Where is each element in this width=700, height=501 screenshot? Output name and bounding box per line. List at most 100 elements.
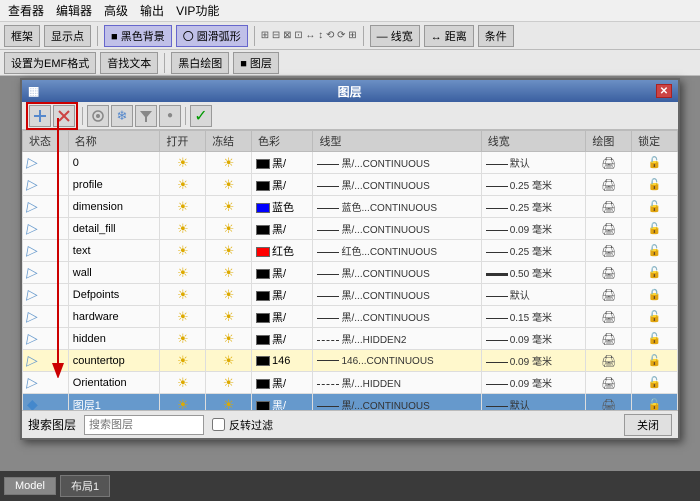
cell-print[interactable]: 🖨: [586, 218, 632, 240]
cell-linetype[interactable]: 黑/...CONTINUOUS: [313, 306, 481, 328]
cell-name[interactable]: dimension: [68, 196, 160, 218]
toolbar-findtext[interactable]: 音找文本: [100, 52, 158, 74]
menu-viewer[interactable]: 查看器: [8, 2, 44, 19]
cell-freeze[interactable]: ☀: [206, 372, 252, 394]
close-button[interactable]: 关闭: [624, 414, 672, 436]
cell-linewidth[interactable]: 默认: [481, 284, 586, 306]
toolbar-condition[interactable]: 条件: [478, 25, 514, 47]
cell-lock[interactable]: 🔓: [632, 372, 678, 394]
dialog-close-btn[interactable]: ✕: [656, 84, 672, 98]
cell-name[interactable]: 0: [68, 152, 160, 174]
cell-linewidth[interactable]: 默认: [481, 394, 586, 411]
cell-lock[interactable]: 🔓: [632, 262, 678, 284]
toolbar-distance[interactable]: ↔ 距离: [424, 25, 474, 47]
cell-open[interactable]: ☀: [160, 394, 206, 411]
toolbar-blackbg[interactable]: ■ 黑色背景: [104, 25, 172, 47]
cell-open[interactable]: ☀: [160, 174, 206, 196]
cell-color[interactable]: 黑/: [251, 262, 313, 284]
cell-linewidth[interactable]: 0.09 毫米: [481, 328, 586, 350]
cell-freeze[interactable]: ☀: [206, 306, 252, 328]
cell-linewidth[interactable]: 0.09 毫米: [481, 350, 586, 372]
cell-name[interactable]: profile: [68, 174, 160, 196]
cell-color[interactable]: 黑/: [251, 394, 313, 411]
cell-open[interactable]: ☀: [160, 152, 206, 174]
dot-btn[interactable]: ●: [159, 105, 181, 127]
cell-name[interactable]: 图层1: [68, 394, 160, 411]
cell-print[interactable]: 🖨: [586, 174, 632, 196]
menu-vip[interactable]: VIP功能: [176, 2, 219, 19]
search-input[interactable]: [84, 415, 204, 435]
cell-print[interactable]: 🖨: [586, 372, 632, 394]
cell-print[interactable]: 🖨: [586, 328, 632, 350]
filter-checkbox[interactable]: [212, 418, 225, 431]
cell-color[interactable]: 146: [251, 350, 313, 372]
cell-color[interactable]: 黑/: [251, 284, 313, 306]
cell-linetype[interactable]: 蓝色...CONTINUOUS: [313, 196, 481, 218]
cell-print[interactable]: 🖨: [586, 196, 632, 218]
table-row[interactable]: ▷ profile ☀ ☀ 黑/ 黑/...CONTINUOUS 0.25 毫米…: [23, 174, 678, 196]
cell-open[interactable]: ☀: [160, 284, 206, 306]
cell-freeze[interactable]: ☀: [206, 350, 252, 372]
cell-lock[interactable]: 🔒: [632, 284, 678, 306]
toolbar-bwdraw[interactable]: 黑白绘图: [171, 52, 229, 74]
cell-linetype[interactable]: 黑/...CONTINUOUS: [313, 174, 481, 196]
cell-color[interactable]: 黑/: [251, 306, 313, 328]
cell-freeze[interactable]: ☀: [206, 394, 252, 411]
cell-freeze[interactable]: ☀: [206, 152, 252, 174]
cell-name[interactable]: Defpoints: [68, 284, 160, 306]
menu-output[interactable]: 输出: [140, 2, 164, 19]
cell-open[interactable]: ☀: [160, 328, 206, 350]
cell-linetype[interactable]: 黑/...CONTINUOUS: [313, 152, 481, 174]
cell-linewidth[interactable]: 0.25 毫米: [481, 196, 586, 218]
cell-freeze[interactable]: ☀: [206, 328, 252, 350]
cell-color[interactable]: 黑/: [251, 152, 313, 174]
table-row[interactable]: ▷ 0 ☀ ☀ 黑/ 黑/...CONTINUOUS 默认 🖨 🔓: [23, 152, 678, 174]
cell-freeze[interactable]: ☀: [206, 218, 252, 240]
cell-linetype[interactable]: 146...CONTINUOUS: [313, 350, 481, 372]
table-row[interactable]: ▷ hardware ☀ ☀ 黑/ 黑/...CONTINUOUS 0.15 毫…: [23, 306, 678, 328]
cell-print[interactable]: 🖨: [586, 152, 632, 174]
table-row[interactable]: ▷ hidden ☀ ☀ 黑/ 黑/...HIDDEN2 0.09 毫米 🖨 🔓: [23, 328, 678, 350]
cell-linewidth[interactable]: 默认: [481, 152, 586, 174]
table-row[interactable]: ▷ text ☀ ☀ 红色 红色...CONTINUOUS 0.25 毫米 🖨 …: [23, 240, 678, 262]
cell-linewidth[interactable]: 0.25 毫米: [481, 174, 586, 196]
cell-print[interactable]: 🖨: [586, 306, 632, 328]
cell-name[interactable]: countertop: [68, 350, 160, 372]
cell-print[interactable]: 🖨: [586, 394, 632, 411]
cell-lock[interactable]: 🔓: [632, 306, 678, 328]
cell-linetype[interactable]: 红色...CONTINUOUS: [313, 240, 481, 262]
cell-color[interactable]: 黑/: [251, 328, 313, 350]
cell-freeze[interactable]: ☀: [206, 196, 252, 218]
filter-btn[interactable]: [135, 105, 157, 127]
cell-linetype[interactable]: 黑/...CONTINUOUS: [313, 284, 481, 306]
cell-lock[interactable]: 🔓: [632, 350, 678, 372]
menu-advanced[interactable]: 高级: [104, 2, 128, 19]
cell-open[interactable]: ☀: [160, 240, 206, 262]
toolbar-smooth[interactable]: 〇 圆滑弧形: [176, 25, 248, 47]
cell-open[interactable]: ☀: [160, 306, 206, 328]
set-current-btn[interactable]: [87, 105, 109, 127]
cell-color[interactable]: 黑/: [251, 218, 313, 240]
tab-layout1[interactable]: 布局1: [60, 475, 110, 497]
toolbar-framework[interactable]: 框架: [4, 25, 40, 47]
cell-linewidth[interactable]: 0.09 毫米: [481, 372, 586, 394]
delete-layer-btn[interactable]: [53, 105, 75, 127]
table-row[interactable]: ▷ wall ☀ ☀ 黑/ 黑/...CONTINUOUS 0.50 毫米 🖨 …: [23, 262, 678, 284]
cell-lock[interactable]: 🔓: [632, 240, 678, 262]
cell-color[interactable]: 红色: [251, 240, 313, 262]
cell-linetype[interactable]: 黑/...CONTINUOUS: [313, 262, 481, 284]
toolbar-showpoint[interactable]: 显示点: [44, 25, 91, 47]
cell-linetype[interactable]: 黑/...CONTINUOUS: [313, 218, 481, 240]
table-row[interactable]: ▷ Orientation ☀ ☀ 黑/ 黑/...HIDDEN 0.09 毫米…: [23, 372, 678, 394]
cell-name[interactable]: hidden: [68, 328, 160, 350]
table-row[interactable]: ▷ countertop ☀ ☀ 146 146...CONTINUOUS 0.…: [23, 350, 678, 372]
cell-print[interactable]: 🖨: [586, 240, 632, 262]
cell-lock[interactable]: 🔓: [632, 328, 678, 350]
new-layer-btn[interactable]: [29, 105, 51, 127]
cell-linewidth[interactable]: 0.25 毫米: [481, 240, 586, 262]
toolbar-linewidth[interactable]: — 线宽: [370, 25, 420, 47]
cell-open[interactable]: ☀: [160, 262, 206, 284]
cell-name[interactable]: hardware: [68, 306, 160, 328]
cell-print[interactable]: 🖨: [586, 262, 632, 284]
table-row[interactable]: ◆ 图层1 ☀ ☀ 黑/ 黑/...CONTINUOUS 默认 🖨 🔓: [23, 394, 678, 411]
